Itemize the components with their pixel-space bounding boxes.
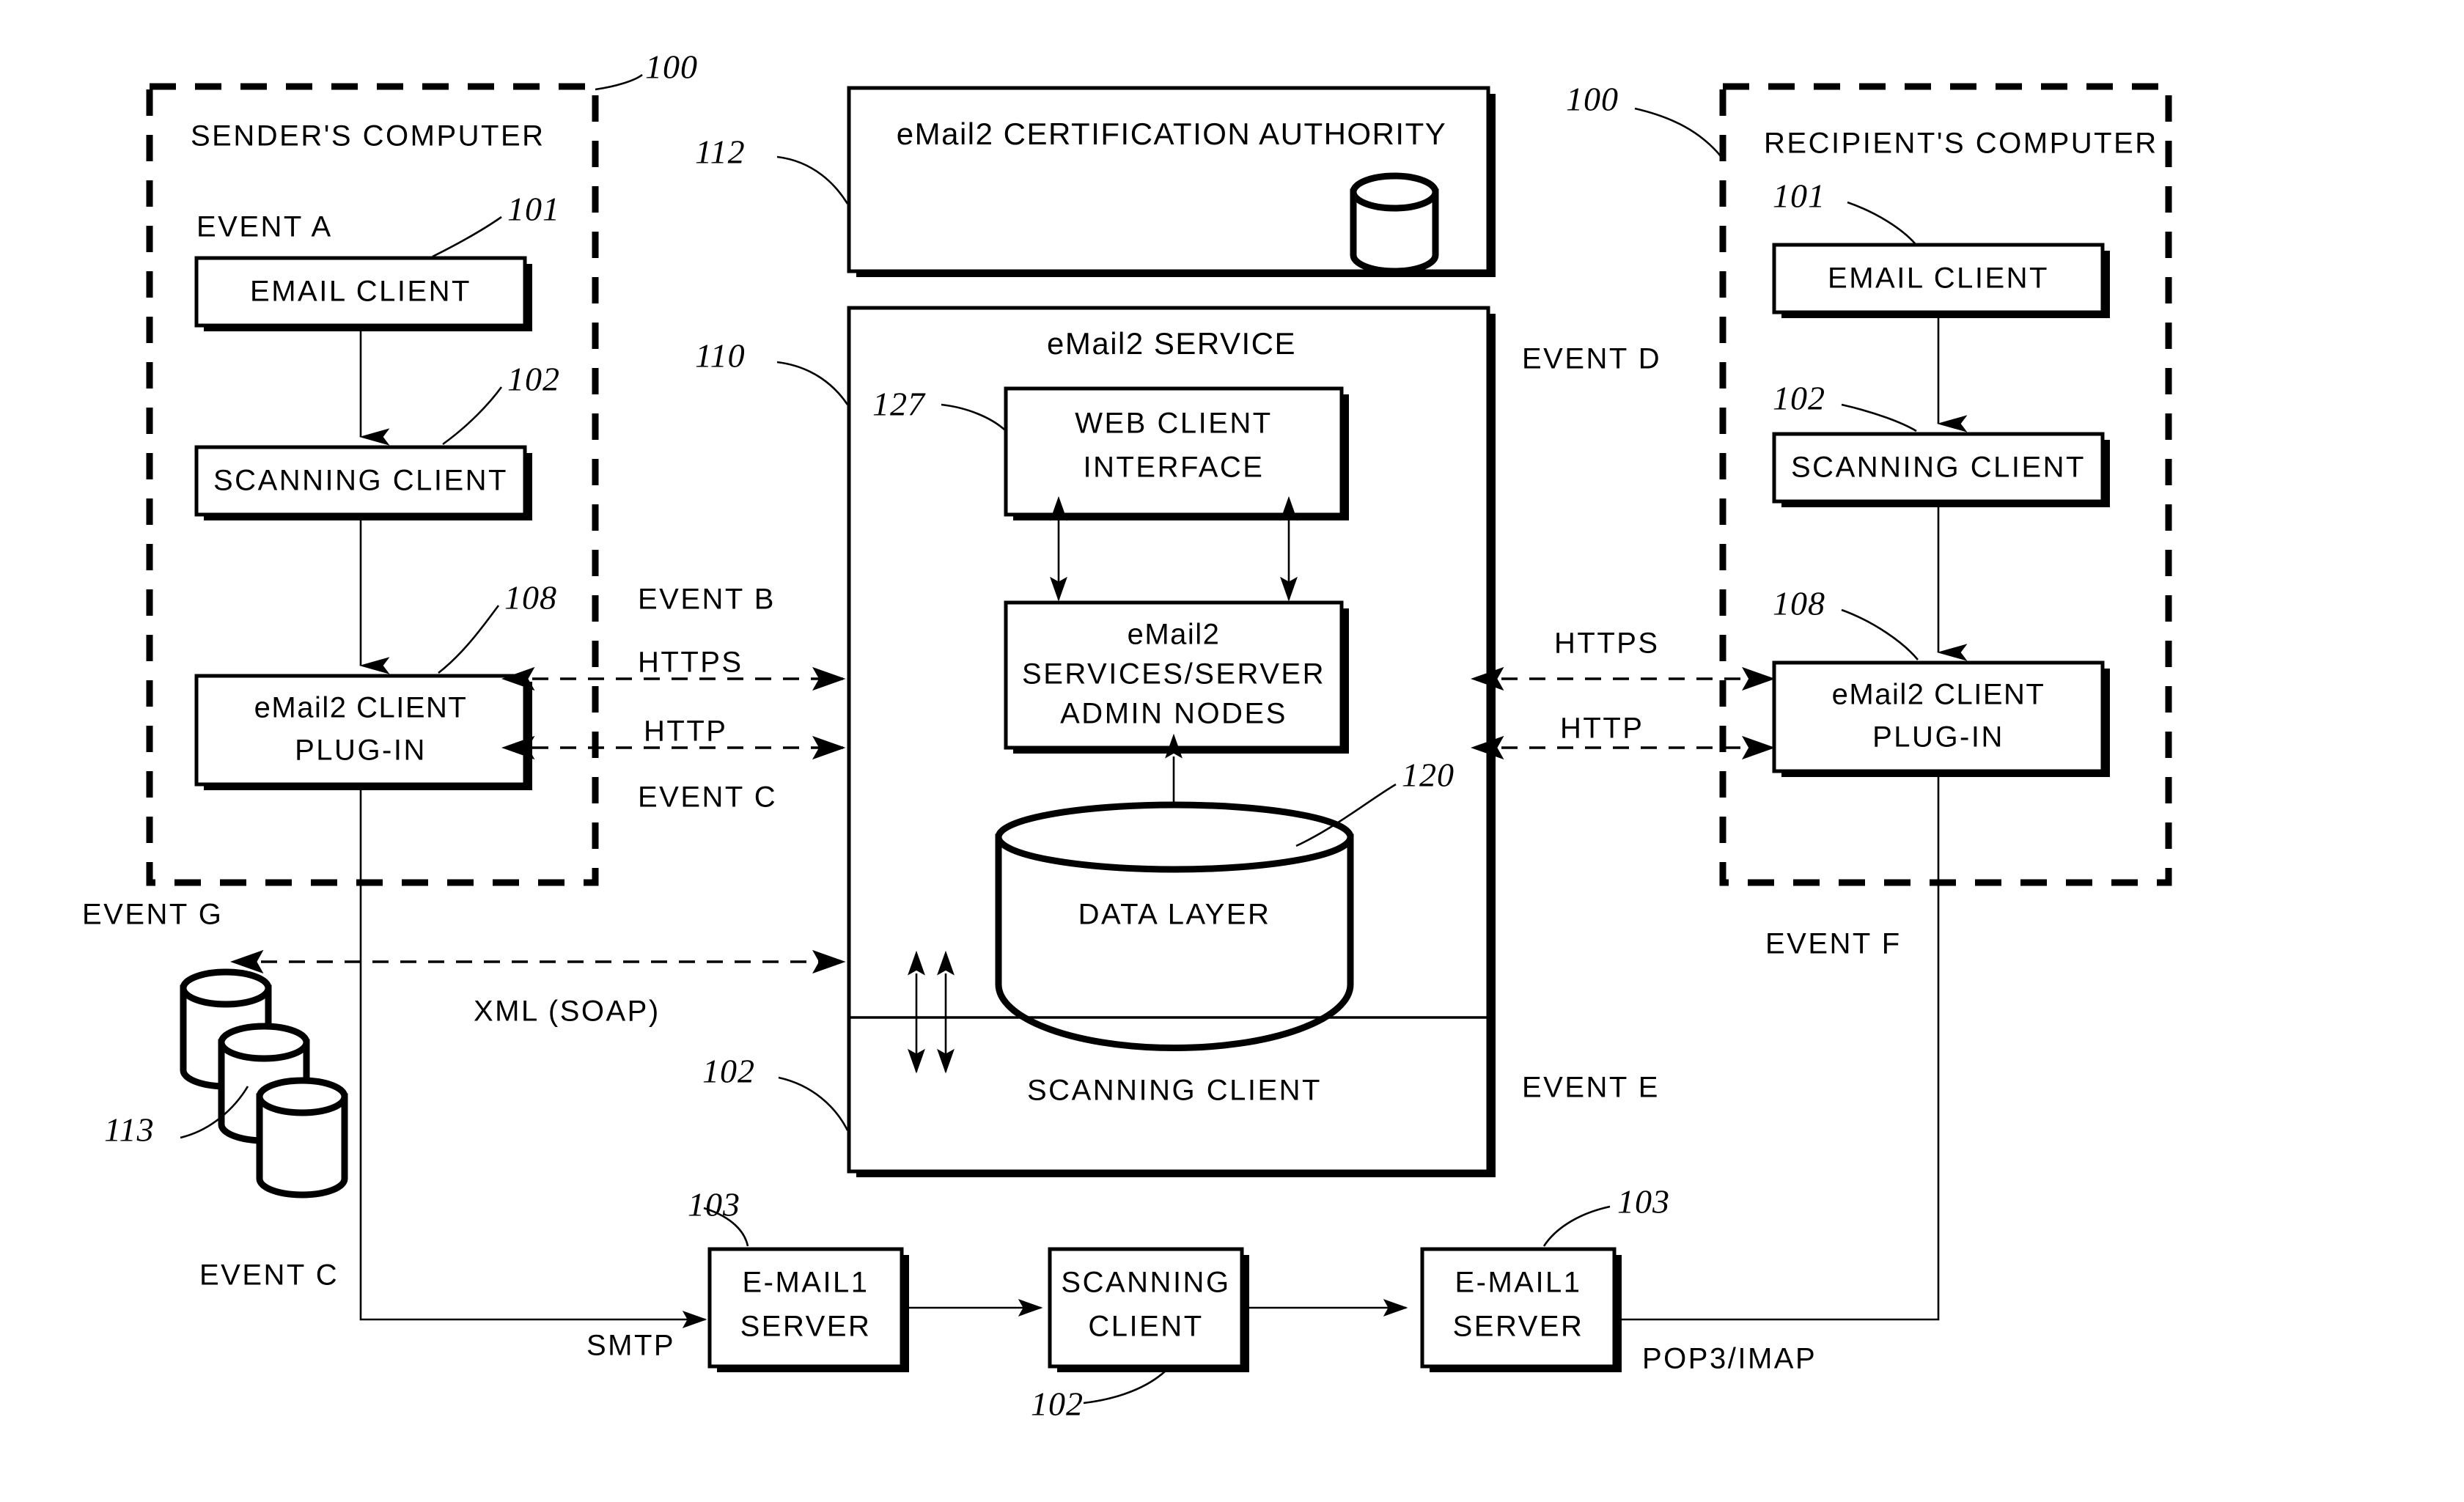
admin-nodes-label-line2: SERVICES/SERVER: [1022, 658, 1325, 691]
ref-112: 112: [695, 133, 746, 171]
leader-line-ref-102-recipient: [1841, 403, 1917, 432]
email1-server-right-label-line2: SERVER: [1453, 1311, 1584, 1343]
network-architecture-diagram: SENDER'S COMPUTER 100 EVENT A EMAIL CLIE…: [82, 48, 2172, 1423]
email2-service-title: eMail2 SERVICE: [1047, 326, 1296, 361]
event-e-label: EVENT E: [1522, 1072, 1660, 1104]
event-b-label: EVENT B: [638, 584, 776, 616]
recipients-computer-label: RECIPIENT'S COMPUTER: [1764, 128, 2158, 160]
http-left-label: HTTP: [644, 715, 727, 748]
leader-line-ref-108-recipient: [1841, 608, 1919, 660]
email1-server-left-label-line2: SERVER: [740, 1311, 872, 1343]
event-c-left-label: EVENT C: [638, 781, 777, 814]
external-databases-cylinder-group: [180, 968, 348, 1199]
email1-server-left-label-line1: E-MAIL1: [742, 1267, 869, 1299]
service-scanning-client-label: SCANNING CLIENT: [1027, 1075, 1322, 1107]
web-client-interface-label-line2: INTERFACE: [1084, 452, 1265, 484]
email2-plugin-recipient-label-line1: eMail2 CLIENT: [1832, 679, 2045, 711]
ref-110: 110: [695, 337, 746, 375]
ref-108-recipient: 108: [1773, 585, 1825, 622]
scanning-client-sender-label: SCANNING CLIENT: [213, 465, 508, 497]
ref-102-sender: 102: [507, 361, 560, 398]
xml-soap-label: XML (SOAP): [474, 995, 661, 1028]
ref-101-sender: 101: [507, 191, 560, 228]
ref-108-sender: 108: [504, 579, 557, 616]
pop3-imap-label: POP3/IMAP: [1642, 1343, 1817, 1375]
email2-plugin-recipient-label-line2: PLUG-IN: [1872, 721, 2004, 754]
event-c-bottom-label: EVENT C: [199, 1259, 339, 1292]
ref-113: 113: [104, 1111, 155, 1149]
ref-120: 120: [1402, 756, 1455, 794]
email-client-recipient-label: EMAIL CLIENT: [1828, 262, 2049, 295]
leader-line-ref-112: [776, 155, 849, 205]
admin-nodes-label-line1: eMail2: [1128, 619, 1221, 651]
smtp-label: SMTP: [586, 1330, 675, 1362]
ref-127: 127: [872, 386, 926, 423]
leader-line-ref-101-sender: [432, 216, 502, 258]
ref-100-recipient: 100: [1566, 81, 1619, 118]
certification-authority-title: eMail2 CERTIFICATION AUTHORITY: [897, 117, 1447, 151]
scanning-client-recipient-label: SCANNING CLIENT: [1791, 452, 2086, 484]
leader-line-ref-108-sender: [438, 605, 500, 674]
https-right-label: HTTPS: [1554, 627, 1660, 660]
leader-line-ref-100-recipient: [1634, 107, 1723, 158]
ref-103-left: 103: [688, 1186, 740, 1223]
data-layer-label: DATA LAYER: [1078, 899, 1271, 931]
https-left-label: HTTPS: [638, 647, 743, 679]
ref-100-sender: 100: [645, 48, 698, 86]
ref-101-recipient: 101: [1773, 177, 1825, 215]
scanning-client-bottom-label-line2: CLIENT: [1088, 1311, 1203, 1343]
email-client-sender-label: EMAIL CLIENT: [250, 276, 471, 308]
leader-line-ref-101-recipient: [1847, 201, 1916, 244]
patent-figure-canvas: SENDER'S COMPUTER 100 EVENT A EMAIL CLIE…: [0, 0, 2464, 1502]
event-a-label: EVENT A: [196, 211, 333, 243]
email2-plugin-sender-label-line2: PLUG-IN: [295, 735, 427, 767]
http-right-label: HTTP: [1560, 713, 1644, 745]
connector-sender-plugin-to-email1server: [359, 790, 707, 1328]
leader-line-ref-102-sender: [442, 386, 503, 446]
event-g-label: EVENT G: [82, 899, 223, 931]
email2-plugin-sender-label-line1: eMail2 CLIENT: [254, 692, 468, 724]
leader-line-ref-100-sender: [595, 73, 643, 91]
connector-recipient-plugin-to-email1server: [1556, 777, 1940, 1328]
ref-102-recipient: 102: [1773, 380, 1825, 417]
admin-nodes-label-line3: ADMIN NODES: [1060, 698, 1287, 730]
leader-line-ref-102-service: [778, 1076, 849, 1131]
email1-server-right-label-line1: E-MAIL1: [1455, 1267, 1581, 1299]
ref-102-bottom: 102: [1031, 1385, 1084, 1423]
event-f-label: EVENT F: [1765, 928, 1902, 960]
senders-computer-label: SENDER'S COMPUTER: [191, 120, 545, 152]
scanning-client-bottom-label-line1: SCANNING: [1061, 1267, 1230, 1299]
leader-line-ref-110: [776, 361, 849, 405]
leader-line-ref-102-bottom: [1083, 1370, 1166, 1405]
ref-103-right: 103: [1617, 1183, 1670, 1221]
ref-102-service: 102: [702, 1053, 755, 1090]
cylinder-database-icon-ca: [1350, 172, 1439, 275]
web-client-interface-label-line1: WEB CLIENT: [1075, 408, 1272, 440]
leader-line-ref-103-right: [1542, 1205, 1611, 1247]
event-d-label: EVENT D: [1522, 343, 1661, 375]
